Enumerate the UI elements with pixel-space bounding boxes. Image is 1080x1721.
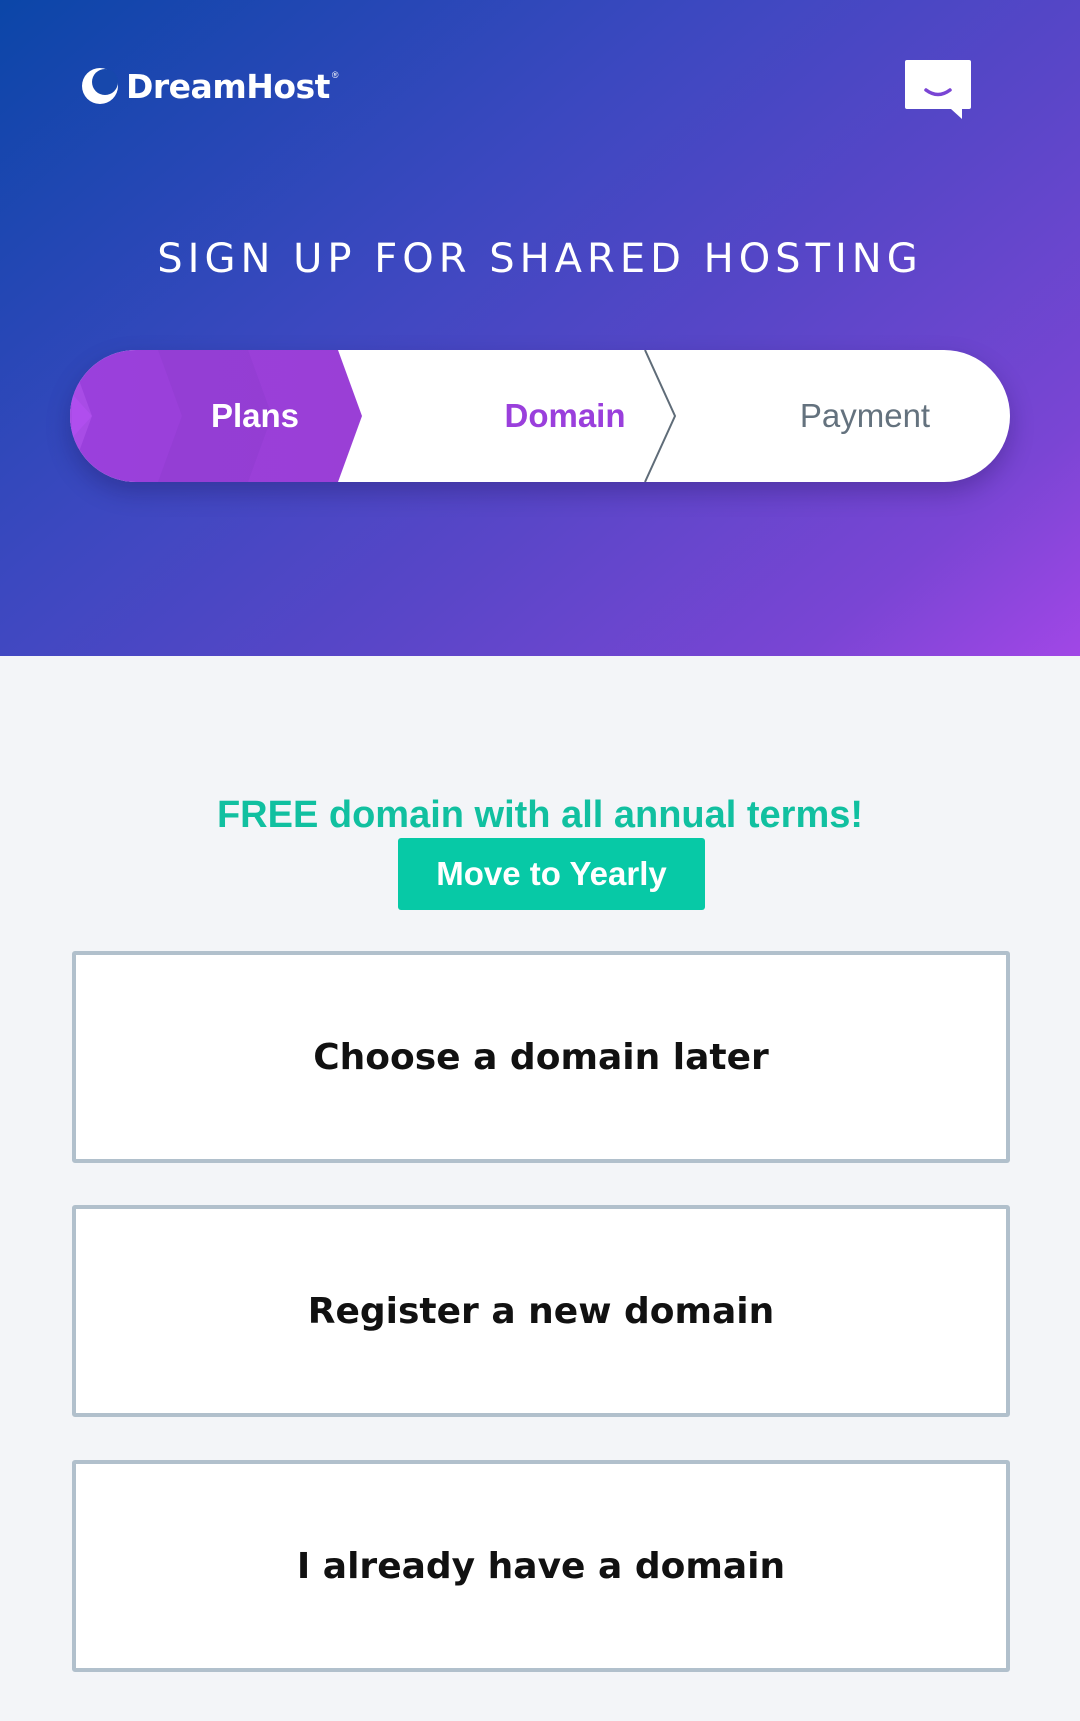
- option-label: Choose a domain later: [313, 1036, 769, 1078]
- option-already-have-domain[interactable]: I already have a domain: [72, 1460, 1010, 1672]
- free-domain-promo: FREE domain with all annual terms!: [216, 794, 864, 836]
- dreamhost-logo[interactable]: DreamHost ®: [80, 64, 339, 108]
- option-label: Register a new domain: [307, 1290, 775, 1332]
- registered-mark: ®: [331, 70, 339, 80]
- hero-header: DreamHost ® SIGN UP FOR SHARED HOSTING P…: [0, 0, 1080, 656]
- step-plans[interactable]: Plans: [110, 350, 400, 482]
- step-domain[interactable]: Domain: [415, 350, 715, 482]
- option-label: I already have a domain: [296, 1545, 786, 1587]
- page-title: SIGN UP FOR SHARED HOSTING: [157, 236, 923, 282]
- signup-stepper: Plans Domain Payment: [70, 350, 1010, 482]
- moon-logo-icon: [82, 68, 118, 104]
- move-to-yearly-button[interactable]: Move to Yearly: [398, 838, 705, 910]
- chat-bubble-smile-icon: [905, 60, 971, 119]
- step-payment[interactable]: Payment: [725, 350, 1005, 482]
- brand-name: DreamHost: [126, 66, 330, 106]
- chat-button[interactable]: [904, 58, 972, 120]
- option-register-new-domain[interactable]: Register a new domain: [72, 1205, 1010, 1417]
- option-choose-domain-later[interactable]: Choose a domain later: [72, 951, 1010, 1163]
